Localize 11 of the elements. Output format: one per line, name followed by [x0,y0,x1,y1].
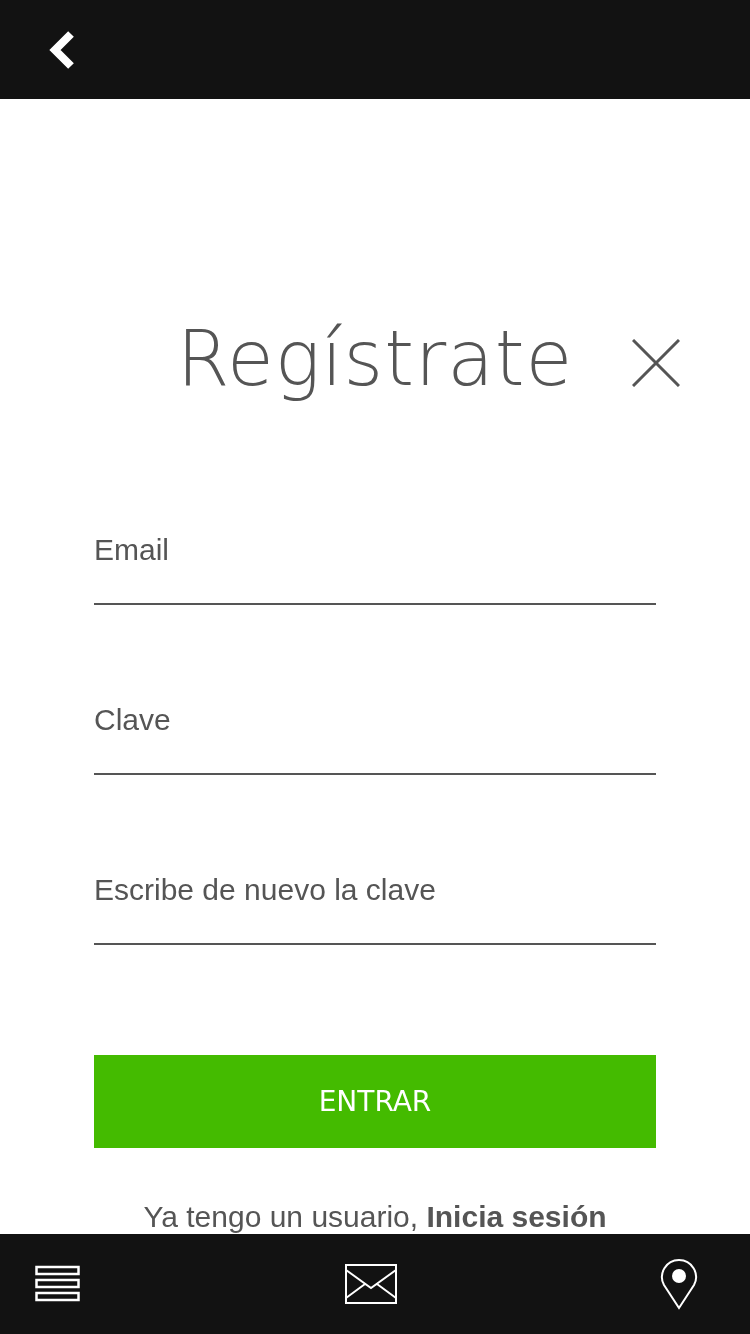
back-icon[interactable] [47,29,75,70]
mail-icon[interactable] [344,1264,397,1304]
input-field[interactable]: Email [94,527,656,605]
menu-icon[interactable] [35,1265,81,1303]
signin-prompt: Ya tengo un usuario, Inicia sesión [142,1200,608,1234]
location-pin-icon[interactable] [660,1258,698,1310]
signin-link[interactable]: Inicia sesión [426,1200,607,1233]
input-field[interactable]: Clave [94,697,656,775]
close-icon[interactable] [632,339,680,387]
input-field[interactable]: Escribe de nuevo la clave [94,867,656,945]
page-title: Regístrate [176,313,574,405]
